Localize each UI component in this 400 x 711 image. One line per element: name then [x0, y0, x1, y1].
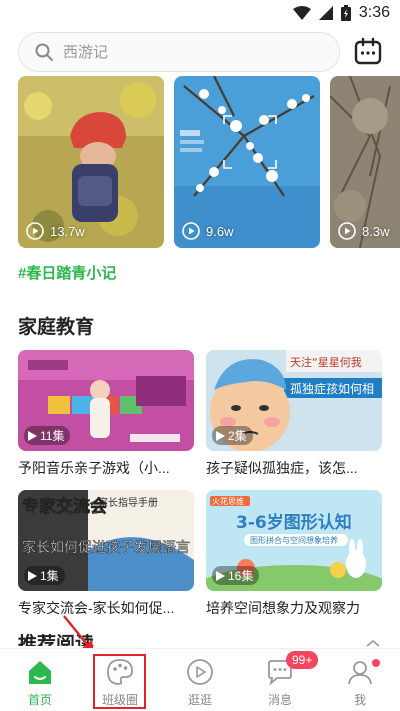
course-card[interactable]: 11集 予阳音乐亲子游戏（小... — [18, 350, 194, 478]
nav-item-explore[interactable]: 逛逛 — [160, 649, 240, 711]
episode-badge: 16集 — [212, 566, 260, 585]
thumb-banner-text: 孤独症孩如何相 — [290, 381, 374, 396]
search-icon — [35, 43, 53, 61]
course-title: 专家交流会-家长如何促... — [18, 600, 175, 616]
topic-tag-link[interactable]: #春日踏青小记 — [18, 262, 116, 283]
episode-badge: 1集 — [24, 566, 65, 585]
episode-count: 2集 — [228, 429, 247, 443]
wifi-icon — [292, 6, 311, 20]
thumb-brand-text: 火花思维 — [212, 496, 244, 506]
thumb-title-text: 专家交流会 — [22, 496, 107, 517]
play-circle-icon — [187, 659, 213, 685]
status-bar: 3:36 — [0, 0, 400, 28]
play-count-value: 8.3w — [362, 223, 390, 239]
battery-icon — [340, 5, 351, 21]
nav-label: 首页 — [27, 693, 52, 707]
course-card[interactable]: 家长指导手册 专家交流会 家长如何促进孩子发展语言 1集 专家交流会-家长如何促… — [18, 490, 194, 618]
search-input[interactable] — [63, 43, 303, 61]
course-title: 予阳音乐亲子游戏（小... — [18, 460, 170, 476]
status-time: 3:36 — [358, 4, 390, 21]
notification-dot — [372, 659, 380, 667]
episode-count: 1集 — [40, 569, 59, 583]
search-bar[interactable] — [18, 32, 340, 72]
course-thumbnail: 天注“星星何我 孤独症孩如何相 2集 — [206, 350, 382, 451]
home-icon — [29, 661, 51, 684]
episode-badge: 11集 — [24, 426, 71, 445]
play-count-value: 9.6w — [206, 223, 234, 239]
play-icon — [28, 430, 37, 441]
course-thumbnail: 家长指导手册 专家交流会 家长如何促进孩子发展语言 1集 — [18, 490, 194, 591]
thumb-top-text: 天注“星星何我 — [290, 355, 362, 369]
signal-icon — [318, 6, 333, 20]
thumb-subtitle-text: 图形拼合与空间想象培养 — [250, 535, 338, 545]
episode-count: 11集 — [40, 429, 65, 443]
course-thumbnail: 11集 — [18, 350, 194, 451]
more-arrow-icon[interactable] — [365, 638, 381, 648]
nav-label: 消息 — [267, 693, 292, 707]
course-thumbnail: 火花思维 3-6岁图形认知 图形拼合与空间想象培养 16集 — [206, 490, 382, 591]
featured-video-card[interactable]: 13.7w — [18, 76, 164, 248]
annotation-highlight-box — [93, 654, 146, 709]
nav-label: 我 — [353, 693, 366, 707]
play-icon — [182, 222, 200, 240]
course-card[interactable]: 天注“星星何我 孤独症孩如何相 2集 孩子疑似孤独症，该怎... — [206, 350, 382, 478]
play-icon — [26, 222, 44, 240]
course-title: 培养空间想象力及观察力 — [206, 600, 360, 616]
play-icon — [216, 430, 225, 441]
section-title: 家庭教育 — [18, 317, 95, 338]
play-icon — [338, 222, 356, 240]
thumb-subtitle-text: 家长如何促进孩子发展语言 — [22, 539, 190, 556]
play-count: 13.7w — [26, 222, 85, 240]
user-icon — [348, 661, 372, 685]
nav-label: 逛逛 — [187, 693, 212, 707]
featured-video-card[interactable]: 8.3w — [330, 76, 400, 248]
course-title: 孩子疑似孤独症，该怎... — [206, 460, 358, 476]
episode-badge: 2集 — [212, 426, 253, 445]
play-count-value: 13.7w — [50, 223, 85, 239]
featured-video-row: 13.7w 9.6w 8.3w — [18, 76, 400, 248]
thumb-headline-text: 3-6岁图形认知 — [236, 512, 352, 533]
bottom-nav: 首页 班级圈 逛逛 99+ 消息 我 — [0, 648, 400, 711]
play-count: 8.3w — [338, 222, 389, 240]
play-icon — [28, 570, 37, 581]
featured-video-card[interactable]: 9.6w — [174, 76, 320, 248]
course-card[interactable]: 火花思维 3-6岁图形认知 图形拼合与空间想象培养 16集 培养空间想象力及观察… — [206, 490, 382, 618]
nav-item-profile[interactable]: 我 — [320, 649, 400, 711]
episode-count: 16集 — [228, 569, 254, 583]
nav-item-home[interactable]: 首页 — [0, 649, 80, 711]
calendar-icon[interactable] — [354, 37, 382, 65]
unread-badge: 99+ — [286, 651, 319, 669]
play-count: 9.6w — [182, 222, 233, 240]
nav-item-messages[interactable]: 99+ 消息 — [240, 649, 320, 711]
thumb-handbook-text: 家长指导手册 — [98, 496, 158, 509]
play-icon — [216, 570, 225, 581]
